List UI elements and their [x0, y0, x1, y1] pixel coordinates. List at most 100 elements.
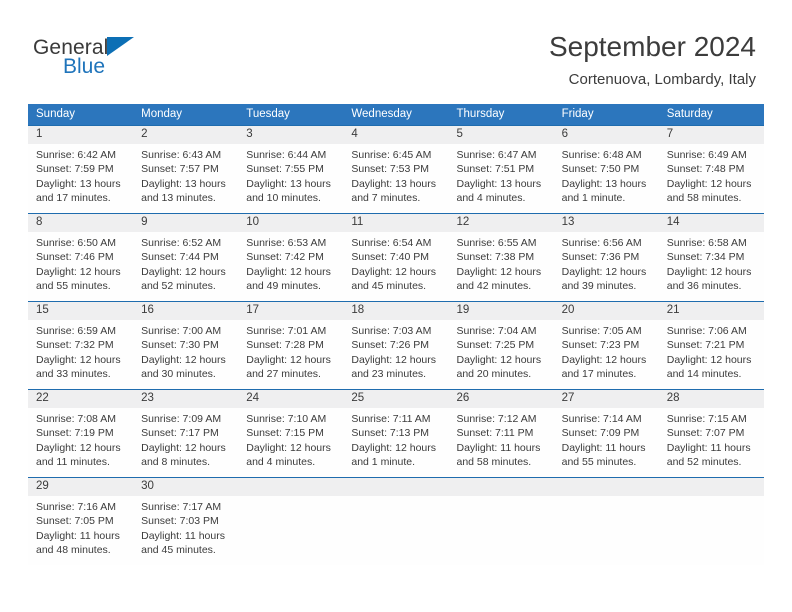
date-number[interactable]: 17: [238, 302, 343, 319]
daylight-text-line1: Daylight: 12 hours: [246, 441, 331, 454]
daylight-text-line1: Daylight: 11 hours: [666, 441, 751, 454]
day-cell[interactable]: Sunrise: 6:49 AM Sunset: 7:48 PM Dayligh…: [659, 144, 764, 213]
day-cell[interactable]: Sunrise: 7:01 AM Sunset: 7:28 PM Dayligh…: [238, 320, 343, 389]
sunrise-text: Sunrise: 7:16 AM: [36, 501, 116, 513]
date-number[interactable]: 7: [659, 126, 764, 143]
sunset-text: Sunset: 7:55 PM: [246, 163, 324, 176]
day-cell[interactable]: Sunrise: 7:16 AM Sunset: 7:05 PM Dayligh…: [28, 496, 133, 565]
date-number[interactable]: 24: [238, 390, 343, 407]
day-cell-empty: [554, 496, 659, 565]
day-cell[interactable]: Sunrise: 7:10 AM Sunset: 7:15 PM Dayligh…: [238, 408, 343, 477]
day-cell[interactable]: Sunrise: 7:15 AM Sunset: 7:07 PM Dayligh…: [659, 408, 764, 477]
date-number[interactable]: 11: [343, 214, 448, 231]
day-cell[interactable]: Sunrise: 7:12 AM Sunset: 7:11 PM Dayligh…: [449, 408, 554, 477]
day-cell[interactable]: Sunrise: 7:11 AM Sunset: 7:13 PM Dayligh…: [343, 408, 448, 477]
sunset-text: Sunset: 7:13 PM: [351, 427, 430, 440]
day-cell[interactable]: Sunrise: 6:56 AM Sunset: 7:36 PM Dayligh…: [554, 232, 659, 301]
date-number[interactable]: 9: [133, 214, 238, 231]
day-cell-empty: [343, 496, 448, 565]
day-cell[interactable]: Sunrise: 6:50 AM Sunset: 7:46 PM Dayligh…: [28, 232, 133, 301]
day-cell[interactable]: Sunrise: 7:04 AM Sunset: 7:25 PM Dayligh…: [449, 320, 554, 389]
sunrise-text: Sunrise: 7:10 AM: [246, 413, 327, 425]
calendar-week-row: 8 9 10 11 12 13 14 Sunrise: 6:50 AM Suns…: [28, 213, 764, 301]
date-number[interactable]: 5: [449, 126, 554, 143]
sunrise-text: Sunrise: 6:55 AM: [456, 237, 537, 249]
day-cell[interactable]: Sunrise: 6:54 AM Sunset: 7:40 PM Dayligh…: [343, 232, 448, 301]
sunset-text: Sunset: 7:40 PM: [351, 251, 430, 264]
day-cell[interactable]: Sunrise: 7:00 AM Sunset: 7:30 PM Dayligh…: [133, 320, 238, 389]
day-cell[interactable]: Sunrise: 6:53 AM Sunset: 7:42 PM Dayligh…: [238, 232, 343, 301]
daylight-text-line2: and 45 minutes.: [351, 279, 427, 292]
day-cell[interactable]: Sunrise: 6:59 AM Sunset: 7:32 PM Dayligh…: [28, 320, 133, 389]
week-body-row: Sunrise: 7:08 AM Sunset: 7:19 PM Dayligh…: [28, 408, 764, 477]
sunrise-text: Sunrise: 6:53 AM: [246, 237, 327, 249]
date-number[interactable]: 2: [133, 126, 238, 143]
week-date-strip: 29 30: [28, 477, 764, 496]
day-cell[interactable]: Sunrise: 6:45 AM Sunset: 7:53 PM Dayligh…: [343, 144, 448, 213]
sunrise-text: Sunrise: 7:04 AM: [456, 325, 537, 337]
date-number[interactable]: 15: [28, 302, 133, 319]
week-date-strip: 15 16 17 18 19 20 21: [28, 301, 764, 320]
day-cell[interactable]: Sunrise: 6:52 AM Sunset: 7:44 PM Dayligh…: [133, 232, 238, 301]
day-cell[interactable]: Sunrise: 7:05 AM Sunset: 7:23 PM Dayligh…: [554, 320, 659, 389]
day-cell-empty: [659, 496, 764, 565]
date-number[interactable]: 20: [554, 302, 659, 319]
sunrise-text: Sunrise: 6:44 AM: [246, 149, 327, 161]
date-number[interactable]: 10: [238, 214, 343, 231]
page-title: September 2024: [548, 31, 756, 62]
sunrise-text: Sunrise: 6:49 AM: [666, 149, 747, 161]
date-number[interactable]: 13: [554, 214, 659, 231]
brand-logo[interactable]: General Blue: [33, 36, 203, 86]
daylight-text-line1: Daylight: 12 hours: [561, 353, 647, 366]
date-number[interactable]: 29: [28, 478, 133, 495]
daylight-text-line1: Daylight: 12 hours: [36, 441, 121, 454]
day-cell[interactable]: Sunrise: 6:43 AM Sunset: 7:57 PM Dayligh…: [133, 144, 238, 213]
day-cell[interactable]: Sunrise: 7:06 AM Sunset: 7:21 PM Dayligh…: [659, 320, 764, 389]
day-cell[interactable]: Sunrise: 7:17 AM Sunset: 7:03 PM Dayligh…: [133, 496, 238, 565]
day-cell[interactable]: Sunrise: 7:03 AM Sunset: 7:26 PM Dayligh…: [343, 320, 448, 389]
daylight-text-line1: Daylight: 12 hours: [456, 265, 542, 278]
daylight-text-line1: Daylight: 12 hours: [351, 265, 437, 278]
daylight-text-line2: and 17 minutes.: [36, 191, 111, 204]
date-number[interactable]: 18: [343, 302, 448, 319]
date-number[interactable]: 19: [449, 302, 554, 319]
date-number[interactable]: 8: [28, 214, 133, 231]
day-cell[interactable]: Sunrise: 7:14 AM Sunset: 7:09 PM Dayligh…: [554, 408, 659, 477]
day-cell[interactable]: Sunrise: 6:58 AM Sunset: 7:34 PM Dayligh…: [659, 232, 764, 301]
date-number[interactable]: 14: [659, 214, 764, 231]
sunrise-text: Sunrise: 6:48 AM: [561, 149, 642, 161]
sunset-text: Sunset: 7:28 PM: [246, 339, 324, 352]
date-number[interactable]: 4: [343, 126, 448, 143]
date-number[interactable]: 23: [133, 390, 238, 407]
date-number[interactable]: 12: [449, 214, 554, 231]
day-header-saturday: Saturday: [666, 108, 713, 120]
sunrise-text: Sunrise: 6:52 AM: [141, 237, 222, 249]
date-number[interactable]: 21: [659, 302, 764, 319]
day-cell[interactable]: Sunrise: 7:08 AM Sunset: 7:19 PM Dayligh…: [28, 408, 133, 477]
date-number[interactable]: 16: [133, 302, 238, 319]
date-number[interactable]: 26: [449, 390, 554, 407]
date-number[interactable]: 25: [343, 390, 448, 407]
daylight-text-line1: Daylight: 13 hours: [456, 177, 542, 190]
sunrise-text: Sunrise: 6:58 AM: [666, 237, 747, 249]
day-cell[interactable]: Sunrise: 6:42 AM Sunset: 7:59 PM Dayligh…: [28, 144, 133, 213]
daylight-text-line1: Daylight: 12 hours: [246, 353, 331, 366]
date-number[interactable]: 1: [28, 126, 133, 143]
day-cell[interactable]: Sunrise: 6:44 AM Sunset: 7:55 PM Dayligh…: [238, 144, 343, 213]
sunset-text: Sunset: 7:15 PM: [246, 427, 324, 440]
date-number[interactable]: 3: [238, 126, 343, 143]
date-number[interactable]: 6: [554, 126, 659, 143]
sunset-text: Sunset: 7:17 PM: [141, 427, 219, 440]
daylight-text-line2: and 55 minutes.: [561, 455, 637, 468]
day-cell[interactable]: Sunrise: 6:55 AM Sunset: 7:38 PM Dayligh…: [449, 232, 554, 301]
date-number[interactable]: 30: [133, 478, 238, 495]
day-cell[interactable]: Sunrise: 6:48 AM Sunset: 7:50 PM Dayligh…: [554, 144, 659, 213]
day-header-tuesday: Tuesday: [246, 108, 290, 120]
daylight-text-line2: and 14 minutes.: [666, 367, 742, 380]
daylight-text-line2: and 8 minutes.: [141, 455, 211, 468]
date-number[interactable]: 28: [659, 390, 764, 407]
date-number[interactable]: 27: [554, 390, 659, 407]
day-cell[interactable]: Sunrise: 6:47 AM Sunset: 7:51 PM Dayligh…: [449, 144, 554, 213]
day-cell[interactable]: Sunrise: 7:09 AM Sunset: 7:17 PM Dayligh…: [133, 408, 238, 477]
date-number[interactable]: 22: [28, 390, 133, 407]
